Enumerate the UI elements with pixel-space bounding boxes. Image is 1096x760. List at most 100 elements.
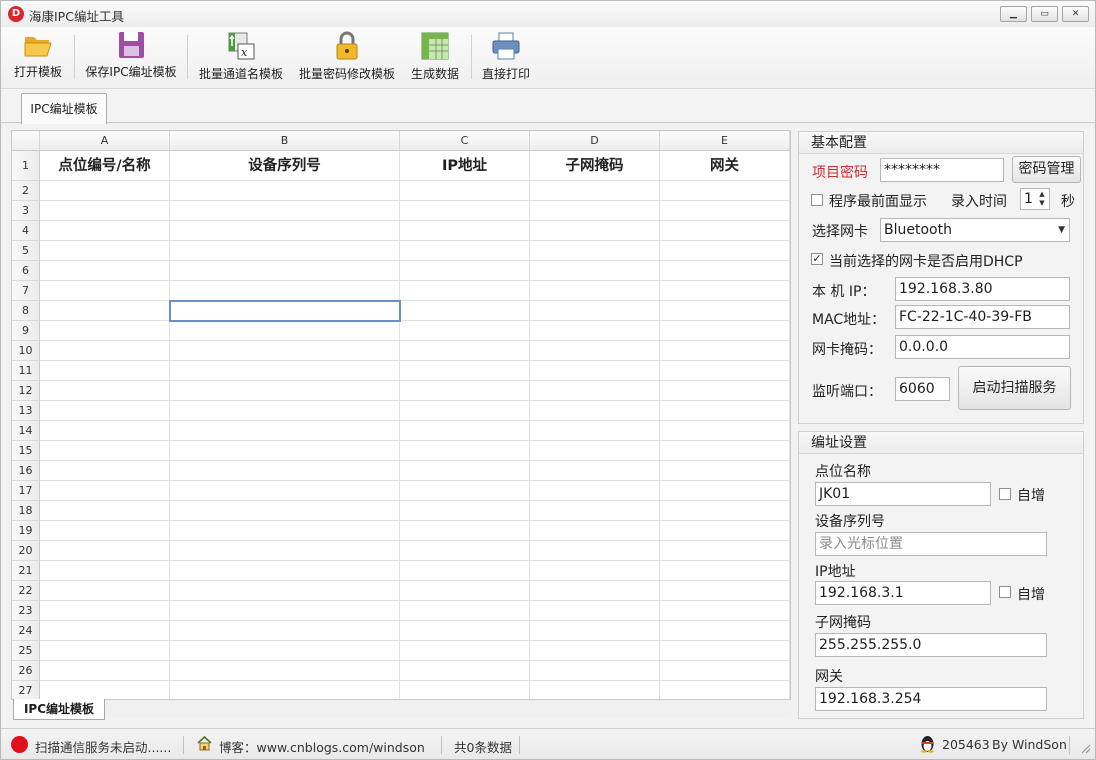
spin-up-icon[interactable]: ▲: [1036, 190, 1048, 199]
point-name-auto-inc-checkbox[interactable]: [999, 488, 1011, 500]
grid-cell[interactable]: [170, 681, 400, 699]
minimize-button[interactable]: ▁: [1000, 6, 1027, 22]
grid-cell[interactable]: [40, 201, 170, 221]
grid-cell[interactable]: [170, 261, 400, 281]
grid-cell[interactable]: [530, 601, 660, 621]
grid-cell[interactable]: [400, 301, 530, 321]
grid-cell[interactable]: [530, 561, 660, 581]
grid-cell[interactable]: [530, 281, 660, 301]
grid-cell[interactable]: [660, 461, 790, 481]
grid-cell[interactable]: [530, 321, 660, 341]
grid-cell[interactable]: [660, 241, 790, 261]
row-header[interactable]: 6: [12, 261, 40, 281]
grid-cell[interactable]: [660, 341, 790, 361]
grid-cell[interactable]: [170, 381, 400, 401]
row-header[interactable]: 27: [12, 681, 40, 699]
row-header[interactable]: 24: [12, 621, 40, 641]
row-header[interactable]: 7: [12, 281, 40, 301]
column-header[interactable]: D: [530, 131, 660, 151]
grid-cell[interactable]: [40, 541, 170, 561]
batch-password-button[interactable]: 批量密码修改模板: [297, 31, 397, 85]
grid-cell[interactable]: [530, 341, 660, 361]
grid-cell[interactable]: [40, 501, 170, 521]
grid-cell[interactable]: [40, 641, 170, 661]
grid-cell[interactable]: [530, 441, 660, 461]
grid-cell[interactable]: [660, 601, 790, 621]
row-header[interactable]: 13: [12, 401, 40, 421]
blog-link[interactable]: 博客：www.cnblogs.com/windson: [219, 737, 425, 756]
grid-cell[interactable]: [40, 281, 170, 301]
horizontal-scrollbar[interactable]: [105, 700, 791, 718]
header-cell[interactable]: IP地址: [400, 151, 530, 181]
grid-cell[interactable]: [400, 501, 530, 521]
print-button[interactable]: 直接打印: [479, 31, 533, 85]
grid-cell[interactable]: [170, 181, 400, 201]
grid-cell[interactable]: [170, 601, 400, 621]
row-header[interactable]: 22: [12, 581, 40, 601]
grid-cell[interactable]: [40, 401, 170, 421]
grid-cell[interactable]: [660, 661, 790, 681]
grid-cell[interactable]: [170, 421, 400, 441]
local-ip-input[interactable]: 192.168.3.80: [895, 277, 1070, 301]
grid-cell[interactable]: [660, 401, 790, 421]
spreadsheet-grid[interactable]: A B C D E 1 点位编号/名称 设备序列号 IP地址 子网掩码 网关 2 3 4 5 6 7 8 9 10 11…: [11, 130, 791, 700]
grid-cell[interactable]: [400, 541, 530, 561]
subnet-mask-input[interactable]: 255.255.255.0: [815, 633, 1047, 657]
grid-cell[interactable]: [530, 521, 660, 541]
grid-cell[interactable]: [530, 641, 660, 661]
input-time-stepper[interactable]: 1 ▲ ▼: [1020, 188, 1050, 210]
grid-cell[interactable]: [170, 281, 400, 301]
grid-cell[interactable]: [400, 341, 530, 361]
row-header[interactable]: 1: [12, 151, 40, 181]
grid-cell[interactable]: [170, 641, 400, 661]
resize-grip-icon[interactable]: [1079, 742, 1091, 754]
grid-cell[interactable]: [400, 181, 530, 201]
column-header[interactable]: A: [40, 131, 170, 151]
grid-cell[interactable]: [530, 581, 660, 601]
grid-cell[interactable]: [40, 181, 170, 201]
grid-cell[interactable]: [530, 501, 660, 521]
grid-cell[interactable]: [40, 561, 170, 581]
row-header[interactable]: 3: [12, 201, 40, 221]
row-header[interactable]: 25: [12, 641, 40, 661]
row-header[interactable]: 11: [12, 361, 40, 381]
grid-cell[interactable]: [400, 641, 530, 661]
row-header[interactable]: 16: [12, 461, 40, 481]
grid-cell[interactable]: [660, 641, 790, 661]
grid-cell[interactable]: [170, 621, 400, 641]
grid-cell[interactable]: [40, 461, 170, 481]
open-template-button[interactable]: 打开模板: [11, 31, 65, 85]
grid-cell[interactable]: [400, 441, 530, 461]
grid-cell[interactable]: [400, 361, 530, 381]
grid-cell[interactable]: [170, 521, 400, 541]
header-cell[interactable]: 网关: [660, 151, 790, 181]
row-header[interactable]: 14: [12, 421, 40, 441]
row-header[interactable]: 15: [12, 441, 40, 461]
grid-cell[interactable]: [40, 221, 170, 241]
row-header[interactable]: 10: [12, 341, 40, 361]
row-header[interactable]: 26: [12, 661, 40, 681]
save-template-button[interactable]: 保存IPC编址模板: [83, 31, 179, 85]
grid-cell[interactable]: [170, 241, 400, 261]
grid-cell[interactable]: [530, 421, 660, 441]
mac-input[interactable]: FC-22-1C-40-39-FB: [895, 305, 1070, 329]
grid-cell[interactable]: [400, 481, 530, 501]
project-password-input[interactable]: ********: [880, 158, 1004, 182]
column-header[interactable]: B: [170, 131, 400, 151]
grid-cell[interactable]: [400, 461, 530, 481]
grid-cell[interactable]: [660, 261, 790, 281]
row-header[interactable]: 5: [12, 241, 40, 261]
grid-cell[interactable]: [40, 661, 170, 681]
grid-cell[interactable]: [40, 261, 170, 281]
grid-cell[interactable]: [660, 301, 790, 321]
gateway-input[interactable]: 192.168.3.254: [815, 687, 1047, 711]
grid-cell[interactable]: [660, 221, 790, 241]
grid-cell[interactable]: [400, 681, 530, 699]
password-manage-button[interactable]: 密码管理: [1012, 156, 1081, 183]
ip-auto-inc-checkbox[interactable]: [999, 586, 1011, 598]
tab-ipc-template[interactable]: IPC编址模板: [21, 93, 107, 124]
grid-cell[interactable]: [400, 281, 530, 301]
row-header[interactable]: 4: [12, 221, 40, 241]
grid-cell[interactable]: [530, 381, 660, 401]
row-header[interactable]: 20: [12, 541, 40, 561]
